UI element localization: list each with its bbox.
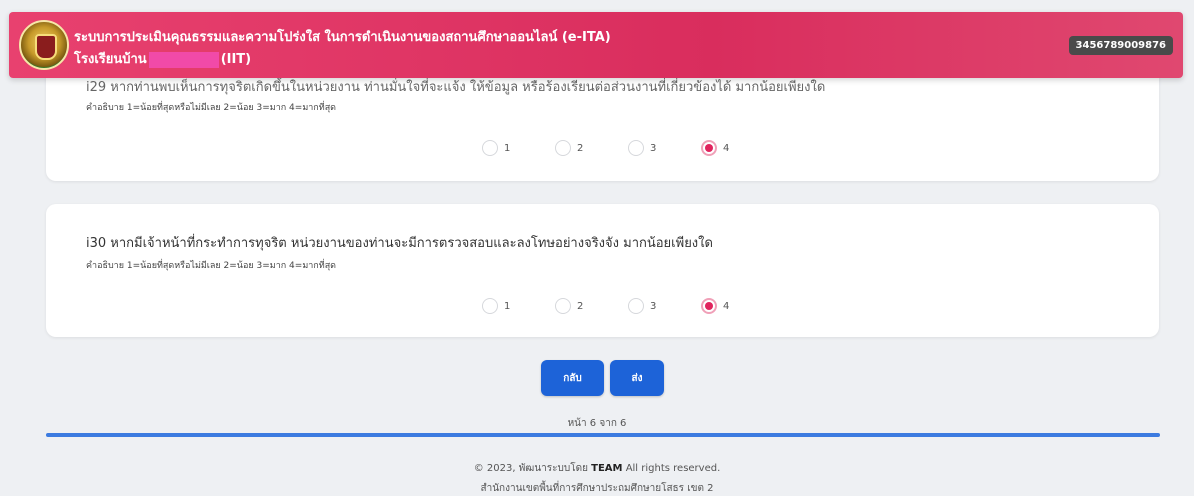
question-description: คำอธิบาย 1=น้อยที่สุดหรือไม่มีเลย 2=น้อย… bbox=[86, 261, 337, 271]
page-indicator: หน้า 6 จาก 6 bbox=[567, 418, 627, 429]
radio-button[interactable] bbox=[555, 298, 571, 314]
question-title: i30 หากมีเจ้าหน้าที่กระทำการทุจริต หน่วย… bbox=[86, 236, 713, 251]
rating-option-4[interactable]: 4 bbox=[701, 298, 774, 314]
option-label: 1 bbox=[504, 142, 511, 154]
school-name: โรงเรียนบ้าน (IIT) bbox=[74, 48, 251, 69]
copyright-suffix: All rights reserved. bbox=[625, 463, 721, 474]
school-suffix: (IIT) bbox=[220, 52, 252, 67]
rating-options: 1 2 3 4 bbox=[482, 298, 774, 314]
radio-button[interactable] bbox=[628, 140, 644, 156]
footer-copyright: © 2023, พัฒนาระบบโดย TEAM All rights res… bbox=[0, 461, 1194, 476]
radio-button-selected[interactable] bbox=[701, 140, 717, 156]
rating-option-3[interactable]: 3 bbox=[628, 140, 701, 156]
option-label: 4 bbox=[723, 300, 730, 312]
redacted-block bbox=[148, 51, 219, 68]
radio-button[interactable] bbox=[555, 140, 571, 156]
radio-button[interactable] bbox=[482, 140, 498, 156]
team-name: TEAM bbox=[591, 463, 623, 474]
copyright-prefix: © 2023, พัฒนาระบบโดย bbox=[473, 463, 588, 474]
rating-option-2[interactable]: 2 bbox=[555, 140, 628, 156]
logo-emblem bbox=[35, 34, 57, 60]
rating-option-2[interactable]: 2 bbox=[555, 298, 628, 314]
rating-option-1[interactable]: 1 bbox=[482, 140, 555, 156]
option-label: 3 bbox=[650, 142, 657, 154]
question-card-i30: i30 หากมีเจ้าหน้าที่กระทำการทุจริต หน่วย… bbox=[46, 204, 1159, 337]
school-prefix: โรงเรียนบ้าน bbox=[74, 52, 147, 67]
question-description: คำอธิบาย 1=น้อยที่สุดหรือไม่มีเลย 2=น้อย… bbox=[86, 103, 337, 113]
rating-option-1[interactable]: 1 bbox=[482, 298, 555, 314]
option-label: 2 bbox=[577, 300, 584, 312]
id-badge: 3456789009876 bbox=[1068, 36, 1173, 55]
obec-logo-icon bbox=[19, 20, 69, 70]
radio-button[interactable] bbox=[482, 298, 498, 314]
progress-bar bbox=[46, 433, 1160, 437]
rating-options: 1 2 3 4 bbox=[482, 140, 774, 156]
option-label: 2 bbox=[577, 142, 584, 154]
option-label: 3 bbox=[650, 300, 657, 312]
system-title: ระบบการประเมินคุณธรรมและความโปร่งใส ในกา… bbox=[74, 30, 611, 45]
radio-button-selected[interactable] bbox=[701, 298, 717, 314]
option-label: 4 bbox=[723, 142, 730, 154]
app-header: ระบบการประเมินคุณธรรมและความโปร่งใส ในกา… bbox=[9, 12, 1183, 78]
back-button[interactable]: กลับ bbox=[541, 360, 604, 396]
rating-option-4[interactable]: 4 bbox=[701, 140, 774, 156]
radio-button[interactable] bbox=[628, 298, 644, 314]
footer-office: สำนักงานเขตพื้นที่การศึกษาประถมศึกษายโสธ… bbox=[480, 483, 714, 494]
rating-option-3[interactable]: 3 bbox=[628, 298, 701, 314]
question-title: i29 หากท่านพบเห็นการทุจริตเกิดขึ้นในหน่ว… bbox=[86, 80, 826, 95]
option-label: 1 bbox=[504, 300, 511, 312]
send-button[interactable]: ส่ง bbox=[610, 360, 664, 396]
